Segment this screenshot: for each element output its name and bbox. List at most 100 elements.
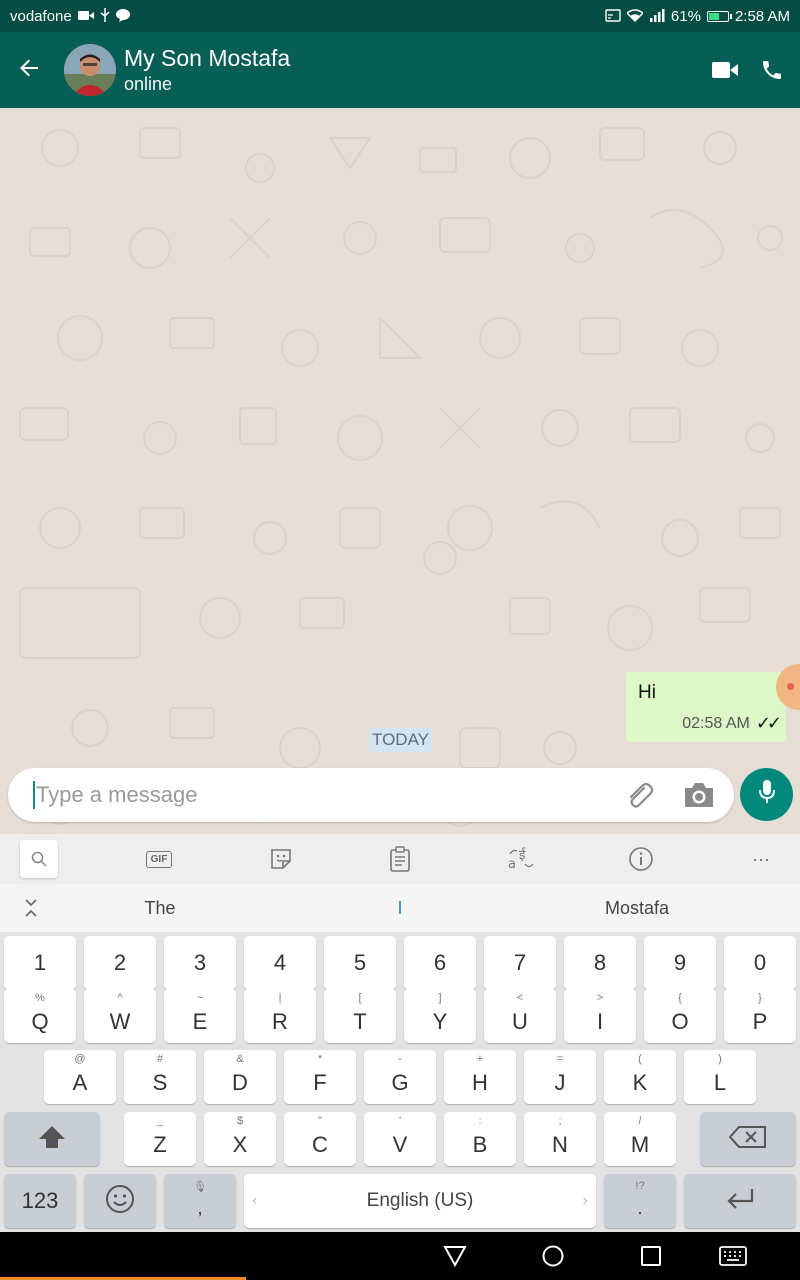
key-alt-label: ( (638, 1053, 642, 1065)
status-bar: vodafone 61% 2:58 AM (0, 0, 800, 32)
key-z[interactable]: _ Z (124, 1112, 196, 1166)
key-label: X (232, 1132, 248, 1157)
key-0[interactable]: 0 (724, 936, 796, 990)
back-button[interactable] (0, 32, 58, 108)
key-q[interactable]: % Q (4, 989, 76, 1043)
period-key-label: . (637, 1197, 643, 1218)
key-c[interactable]: " C (284, 1112, 356, 1166)
key-i[interactable]: > I (564, 989, 636, 1043)
key-e[interactable]: ~ E (164, 989, 236, 1043)
period-key-sub: !? (635, 1180, 645, 1192)
key-2[interactable]: 2 (84, 936, 156, 990)
key-u[interactable]: < U (484, 989, 556, 1043)
key-label: 3 (193, 950, 207, 975)
search-icon[interactable] (20, 840, 58, 878)
keyboard-switch-icon[interactable] (718, 1242, 748, 1270)
suggestion-2[interactable]: I (300, 884, 500, 932)
back-triangle-icon[interactable] (440, 1242, 470, 1270)
key-5[interactable]: 5 (324, 936, 396, 990)
attach-icon[interactable] (622, 778, 656, 812)
comma-key[interactable]: 🎙 , (164, 1174, 236, 1228)
period-key[interactable]: !? . (604, 1174, 676, 1228)
key-d[interactable]: & D (204, 1050, 276, 1104)
key-o[interactable]: {O (644, 989, 716, 1043)
comma-key-label: , (197, 1197, 203, 1218)
info-icon[interactable] (622, 834, 660, 884)
collapse-suggestions-icon[interactable] (14, 884, 48, 932)
clock: 2:58 AM (734, 7, 790, 25)
key-v[interactable]: ' V (364, 1112, 436, 1166)
more-icon[interactable]: ··· (742, 834, 780, 884)
key-3[interactable]: 3 (164, 936, 236, 990)
key-alt-label: ] (438, 992, 442, 1004)
space-key-label: English (US) (366, 1190, 474, 1211)
sticker-icon[interactable] (262, 834, 300, 884)
key-label: 7 (513, 950, 527, 975)
key-9[interactable]: 9 (644, 936, 716, 990)
key-label: 9 (673, 950, 687, 975)
key-a[interactable]: @ A (44, 1050, 116, 1104)
key-label: 6 (433, 950, 447, 975)
emoji-key[interactable] (84, 1174, 156, 1228)
key-label: I (596, 1009, 604, 1034)
key-l[interactable]: ) L (684, 1050, 756, 1104)
clipboard-icon[interactable] (381, 834, 419, 884)
camera-icon[interactable] (682, 780, 716, 810)
video-call-icon[interactable] (712, 61, 738, 79)
key-r[interactable]: | R (244, 989, 316, 1043)
key-label: 1 (33, 950, 47, 975)
key-7[interactable]: 7 (484, 936, 556, 990)
key-t[interactable]: [T (324, 989, 396, 1043)
space-arrow-left: ‹ (252, 1192, 258, 1209)
enter-key[interactable] (684, 1174, 796, 1228)
shift-key[interactable] (4, 1112, 100, 1166)
key-g[interactable]: -G (364, 1050, 436, 1104)
key-4[interactable]: 4 (244, 936, 316, 990)
home-circle-icon[interactable] (538, 1242, 568, 1270)
backspace-key[interactable] (700, 1112, 796, 1166)
voice-call-icon[interactable] (760, 58, 784, 82)
key-label: T (353, 1009, 367, 1034)
key-p[interactable]: } P (724, 989, 796, 1043)
numbers-key[interactable]: 123 (4, 1174, 76, 1228)
wifi-icon (625, 8, 644, 24)
chat-area[interactable]: TODAY Hi 02:58 AM ✓✓ (0, 108, 800, 834)
contact-info[interactable]: My Son Mostafa online (124, 44, 712, 96)
message-bubble-outgoing[interactable]: Hi 02:58 AM ✓✓ (626, 672, 786, 742)
recents-square-icon[interactable] (636, 1242, 666, 1270)
avatar[interactable] (64, 44, 116, 96)
suggestion-1[interactable]: The (60, 884, 260, 932)
back-arrow-icon (17, 56, 41, 85)
gif-icon[interactable]: GIF (140, 834, 178, 884)
key-alt-label: | (278, 992, 282, 1004)
suggestion-3[interactable]: Mostafa (540, 884, 734, 932)
key-h[interactable]: + H (444, 1050, 516, 1104)
key-j[interactable]: = J (524, 1050, 596, 1104)
key-b[interactable]: :B (444, 1112, 516, 1166)
key-k[interactable]: (K (604, 1050, 676, 1104)
message-text: Hi (638, 682, 656, 703)
key-n[interactable]: ; N (524, 1112, 596, 1166)
key-y[interactable]: ] Y (404, 989, 476, 1043)
key-x[interactable]: $ X (204, 1112, 276, 1166)
key-alt-label: ; (558, 1115, 562, 1127)
key-f[interactable]: * F (284, 1050, 356, 1104)
key-label: F (313, 1070, 327, 1095)
key-label: 4 (273, 950, 287, 975)
translate-icon[interactable]: aई (502, 834, 540, 884)
space-key[interactable]: ‹ English (US) › (244, 1174, 596, 1228)
key-m[interactable]: / M (604, 1112, 676, 1166)
key-8[interactable]: 8 (564, 936, 636, 990)
key-1[interactable]: 1 (4, 936, 76, 990)
key-s[interactable]: # S (124, 1050, 196, 1104)
message-input[interactable] (36, 782, 622, 808)
key-w[interactable]: ^ W (84, 989, 156, 1043)
key-6[interactable]: 6 (404, 936, 476, 990)
suggestion-bar: The I Mostafa (0, 884, 800, 932)
key-alt-label: + (476, 1053, 484, 1065)
key-label: Y (432, 1009, 448, 1034)
key-alt-label: $ (236, 1115, 244, 1127)
key-label: G (391, 1070, 409, 1095)
message-icon (115, 8, 130, 24)
mic-button[interactable] (740, 768, 793, 821)
